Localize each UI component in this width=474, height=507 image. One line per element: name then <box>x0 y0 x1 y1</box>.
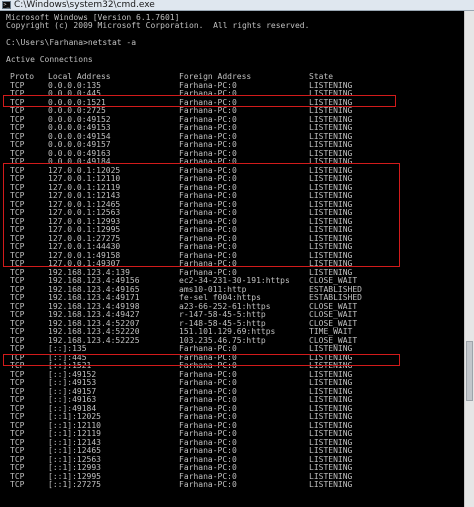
vertical-scrollbar[interactable] <box>464 11 474 507</box>
cmd-icon: >_ <box>2 1 11 9</box>
cell-local: [::1]:27275 <box>48 480 101 489</box>
window-title: C:\Windows\system32\cmd.exe <box>14 0 155 10</box>
scrollbar-thumb[interactable] <box>466 341 473 401</box>
console-line: Active Connections <box>6 55 93 64</box>
highlight-box-1521-ipv6 <box>3 354 400 366</box>
window-title-bar[interactable]: >_ C:\Windows\system32\cmd.exe <box>0 0 474 11</box>
console-line: C:\Users\Farhana>netstat -a <box>6 38 137 47</box>
console-line: Copyright (c) 2009 Microsoft Corporation… <box>6 21 310 30</box>
highlight-box-loopback <box>3 163 400 267</box>
cell-state: LISTENING <box>309 480 353 489</box>
cell-foreign: Farhana-PC:0 <box>179 480 237 489</box>
cell-proto: TCP <box>10 480 25 489</box>
highlight-box-1521-ipv4 <box>3 95 396 107</box>
